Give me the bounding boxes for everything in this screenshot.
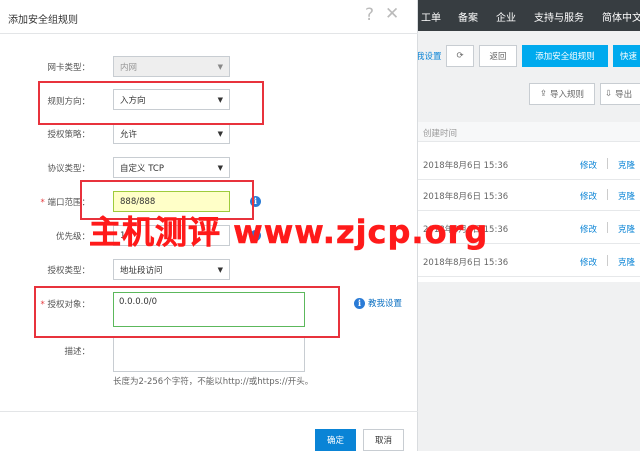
highlight-box-auth-object <box>34 286 340 338</box>
clone-link[interactable]: 克隆 <box>618 256 635 268</box>
dialog-title: 添加安全组规则 <box>8 15 78 26</box>
edit-link[interactable]: 修改 <box>580 190 597 202</box>
refresh-button[interactable]: ⟳ <box>446 45 474 67</box>
back-button[interactable]: 返回 <box>479 45 517 67</box>
add-rule-button[interactable]: 添加安全组规则 <box>522 45 608 67</box>
chevron-down-icon: ▼ <box>217 129 223 138</box>
upload-icon: ⇪ <box>539 89 548 99</box>
description-label: 描述： <box>64 347 90 357</box>
export-button[interactable]: ⇩ 导出 <box>600 83 640 105</box>
nav-item-filing[interactable]: 备案 <box>458 9 478 24</box>
divider <box>607 255 608 266</box>
column-header-created: 创建时间 <box>423 129 458 139</box>
description-hint: 长度为2-256个字符，不能以http://或https://开头。 <box>113 377 314 387</box>
highlight-box-direction <box>38 81 264 125</box>
top-navigation-bar: 工单 备案 企业 支持与服务 简体中文 <box>418 0 640 31</box>
created-time: 2018年8月6日 15:36 <box>423 258 509 268</box>
description-textarea[interactable] <box>113 337 305 372</box>
created-time: 2018年8月6日 15:36 <box>423 192 509 202</box>
nav-item-ticket[interactable]: 工单 <box>421 9 441 24</box>
info-icon: i <box>354 297 365 309</box>
download-icon: ⇩ <box>605 89 613 99</box>
clone-link[interactable]: 克隆 <box>618 223 635 235</box>
watermark-text: 主机测评 www.zjcp.org <box>89 213 489 252</box>
auth-type-select[interactable]: 地址段访问 ▼ <box>113 259 230 280</box>
required-mark: * <box>40 198 45 208</box>
cancel-button[interactable]: 取消 <box>363 429 404 451</box>
created-time: 2018年8月6日 15:36 <box>423 161 509 171</box>
dialog-header: 添加安全组规则 ? ✕ <box>0 0 418 34</box>
close-icon[interactable]: ✕ <box>385 4 399 24</box>
chevron-down-icon: ▼ <box>217 163 223 172</box>
nav-item-support[interactable]: 支持与服务 <box>534 9 584 24</box>
teach-setting-link[interactable]: i 教我设置 <box>354 297 402 309</box>
nic-type-select: 内网 ▼ <box>113 56 230 77</box>
chevron-down-icon: ▼ <box>217 62 223 71</box>
clone-link[interactable]: 克隆 <box>618 190 635 202</box>
edit-link[interactable]: 修改 <box>580 256 597 268</box>
edit-link[interactable]: 修改 <box>580 223 597 235</box>
confirm-button[interactable]: 确定 <box>315 429 356 451</box>
clone-link[interactable]: 克隆 <box>618 159 635 171</box>
table-row: 2018年8月6日 15:36 修改 克隆 <box>418 149 640 180</box>
import-rules-button[interactable]: ⇪ 导入规则 <box>529 83 595 105</box>
divider <box>607 222 608 233</box>
protocol-label: 协议类型： <box>47 164 90 174</box>
auth-type-label: 授权类型： <box>47 266 90 276</box>
refresh-icon: ⟳ <box>456 51 464 61</box>
policy-label: 授权策略： <box>47 130 90 140</box>
quick-add-button[interactable]: 快速 <box>613 45 640 67</box>
settings-link[interactable]: 我设置 <box>416 45 442 67</box>
chevron-down-icon: ▼ <box>217 265 223 274</box>
policy-select[interactable]: 允许 ▼ <box>113 123 230 144</box>
rules-table: 创建时间 2018年8月6日 15:36 修改 克隆 2018年8月6日 15:… <box>418 122 640 282</box>
port-range-label: * 端口范围： <box>40 198 90 208</box>
nav-item-language[interactable]: 简体中文 <box>602 9 640 24</box>
divider <box>607 189 608 200</box>
priority-label: 优先级： <box>55 232 90 242</box>
edit-link[interactable]: 修改 <box>580 159 597 171</box>
help-icon[interactable]: ? <box>365 5 374 25</box>
protocol-select[interactable]: 自定义 TCP ▼ <box>113 157 230 178</box>
nav-item-enterprise[interactable]: 企业 <box>496 9 516 24</box>
nic-type-label: 网卡类型： <box>47 63 90 73</box>
table-header: 创建时间 <box>418 122 640 142</box>
divider <box>607 158 608 169</box>
